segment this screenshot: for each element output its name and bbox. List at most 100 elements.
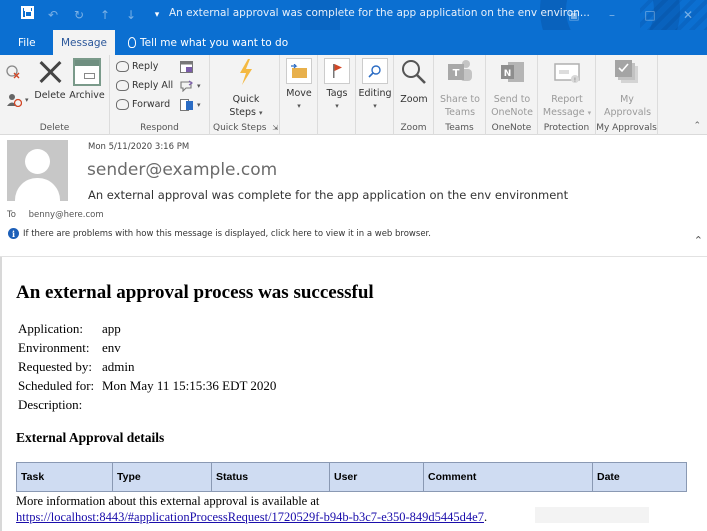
approval-link[interactable]: https://localhost:8443/#applicationProce…	[16, 510, 484, 524]
approvals-icon	[615, 60, 638, 83]
chevron-down-icon: ▾	[259, 109, 263, 117]
approval-fields: Application: app Environment: env Requeste…	[18, 319, 276, 414]
dialog-launcher-icon[interactable]: ⇲	[272, 124, 278, 132]
save-button[interactable]	[14, 6, 40, 23]
im-button[interactable]: ▾	[180, 80, 201, 92]
meeting-icon	[180, 61, 193, 73]
teams-group: T Share to Teams Teams	[434, 55, 486, 135]
to-label: To	[7, 210, 16, 220]
report-message-icon: !	[554, 63, 580, 84]
tags-label: Tags	[326, 88, 348, 99]
meeting-button[interactable]	[180, 61, 193, 73]
forward-icon	[116, 99, 129, 110]
reply-all-button[interactable]: Reply All	[116, 80, 173, 91]
tab-file[interactable]: File	[18, 30, 36, 55]
editing-button[interactable]: Editing ▾	[358, 58, 392, 113]
find-icon	[362, 58, 388, 84]
info-bar[interactable]: i If there are problems with how this me…	[8, 228, 431, 239]
report-message-button[interactable]: ! Report Message ▾	[542, 58, 592, 120]
svg-text:T: T	[453, 68, 460, 79]
maximize-icon[interactable]: □	[631, 0, 669, 30]
magnifier-icon	[402, 60, 426, 84]
column-header-comment: Comment	[423, 462, 593, 492]
ignore-icon	[6, 65, 20, 79]
close-icon[interactable]: ✕	[669, 0, 707, 30]
tab-message[interactable]: Message	[53, 30, 115, 55]
ribbon-display-options-icon[interactable]: ▣	[555, 0, 593, 30]
editing-label: Editing	[358, 88, 392, 99]
svg-text:N: N	[504, 69, 512, 79]
group-label: Protection	[543, 123, 590, 133]
quick-steps-button[interactable]: Quick Steps ▾	[226, 58, 266, 120]
undo-icon[interactable]: ↶	[40, 7, 66, 23]
archive-label: Archive	[69, 90, 105, 101]
junk-icon	[7, 94, 22, 107]
chevron-down-icon: ▾	[587, 109, 592, 117]
customize-qat-icon[interactable]: ▾	[144, 7, 170, 23]
archive-button[interactable]: Archive	[69, 58, 105, 102]
share-to-teams-button[interactable]: T Share to Teams	[438, 58, 482, 119]
lightbulb-icon	[128, 37, 136, 48]
recipient[interactable]: benny@here.com	[29, 210, 104, 220]
collapse-header-icon[interactable]: ⌃	[694, 234, 703, 247]
junk-button[interactable]: ▾	[6, 93, 29, 107]
field-row: Application: app	[18, 319, 276, 338]
group-label: Teams	[445, 123, 474, 133]
redo-icon[interactable]: ↻	[66, 7, 92, 23]
field-label: Description:	[18, 397, 83, 412]
quick-steps-group-label: Quick Steps	[213, 123, 267, 133]
tags-button[interactable]: Tags ▾	[322, 58, 352, 113]
up-icon[interactable]: ↑	[92, 7, 118, 23]
reply-icon	[116, 61, 129, 72]
tags-group: Tags ▾	[318, 55, 356, 135]
field-row: Environment: env	[18, 338, 276, 357]
tell-me-label: Tell me what you want to do	[140, 36, 289, 49]
details-heading: External Approval details	[16, 430, 165, 445]
field-value: env	[102, 340, 121, 355]
message-body: An external approval process was success…	[0, 257, 707, 531]
send-to-onenote-button[interactable]: N Send to OneNote	[490, 58, 534, 119]
forward-button[interactable]: Forward	[116, 99, 170, 110]
avatar	[7, 140, 68, 201]
my-approvals-button[interactable]: My Approvals	[604, 58, 651, 119]
reply-all-label: Reply All	[132, 80, 174, 91]
respond-group: Reply Reply All Forward ▾ ▾ Respond	[110, 55, 210, 135]
minimize-icon[interactable]: –	[593, 0, 631, 30]
message-datetime: Mon 5/11/2020 3:16 PM	[88, 142, 190, 152]
column-header-status: Status	[211, 462, 330, 492]
onenote-icon: N	[501, 62, 524, 82]
redacted-area	[535, 507, 649, 523]
reply-button[interactable]: Reply	[116, 61, 158, 72]
more-info: More information about this external app…	[16, 493, 487, 525]
teams-icon: T	[448, 60, 472, 81]
chevron-down-icon: ▾	[25, 96, 29, 104]
move-button[interactable]: Move ▾	[284, 58, 314, 113]
field-value: Mon May 11 15:15:36 EDT 2020	[102, 378, 277, 393]
ribbon: ▾ Delete Archive Delete Reply Reply All …	[0, 55, 707, 135]
move-icon	[286, 58, 312, 84]
approval-details-table: Task Type Status User Comment Date	[16, 462, 687, 492]
column-header-type: Type	[112, 462, 212, 492]
sender[interactable]: sender@example.com	[87, 160, 277, 180]
ignore-button[interactable]	[6, 65, 20, 79]
report-message-label: Report	[551, 94, 583, 105]
delete-button[interactable]: Delete	[34, 58, 66, 102]
subject: An external approval was complete for th…	[88, 188, 569, 202]
column-header-task: Task	[16, 462, 113, 492]
avatar-body	[15, 178, 60, 201]
quick-steps-label: Quick	[232, 94, 260, 105]
tell-me-search[interactable]: Tell me what you want to do	[128, 30, 288, 55]
info-bar-text: If there are problems with how this mess…	[23, 228, 431, 239]
share-to-teams-label: Share to	[440, 94, 480, 105]
group-label: Respond	[140, 123, 179, 133]
link-suffix: .	[483, 510, 488, 524]
more-respond-button[interactable]: ▾	[180, 99, 201, 111]
collapse-ribbon-icon[interactable]: ⌃	[693, 121, 701, 131]
field-label: Requested by:	[18, 359, 93, 374]
flag-icon	[324, 58, 350, 84]
down-icon[interactable]: ↓	[118, 7, 144, 23]
reply-label: Reply	[132, 61, 159, 72]
field-value: app	[102, 321, 121, 336]
chevron-down-icon: ▾	[197, 101, 201, 109]
zoom-button[interactable]: Zoom	[398, 58, 430, 106]
